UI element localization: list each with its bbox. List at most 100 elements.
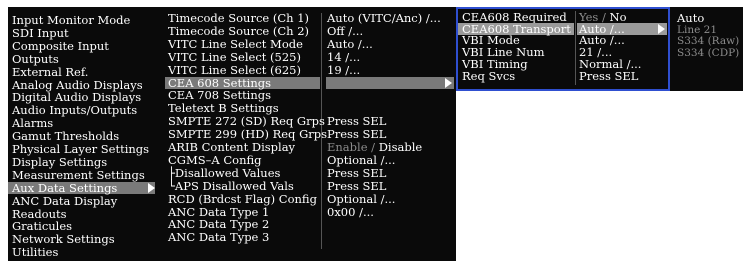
menu-item-anc-data-display[interactable]: ANC Data Display: [8, 195, 158, 207]
menu-item-label: Analog Audio Displays: [12, 77, 143, 92]
enable-option[interactable]: Enable: [327, 140, 368, 154]
setting-label: RCD (Brdcst Flag) Config: [168, 191, 317, 206]
menu-item-label: ANC Data Display: [12, 193, 118, 208]
setting-value: Press SEL: [327, 165, 387, 180]
menu-item-label: External Ref.: [12, 64, 89, 79]
submenu-item-teletext-b-settings[interactable]: Teletext B Settings: [163, 102, 456, 114]
setting-label: ANC Data Type 2: [168, 217, 270, 232]
menu-item-label: Composite Input: [12, 38, 109, 53]
setting-value: 14 /...: [327, 49, 361, 64]
setting-value: Press SEL: [327, 114, 387, 129]
submenu-item-cea-708-settings[interactable]: CEA 708 Settings: [163, 89, 456, 101]
menu-item-label: Alarms: [12, 116, 54, 131]
cea608-item-req-svcs[interactable]: Req Svcs Press SEL: [458, 70, 668, 82]
menu-item-label: Measurement Settings: [12, 167, 145, 182]
menu-item-readouts[interactable]: Readouts: [8, 208, 158, 220]
setting-label: Timecode Source (Ch 2): [168, 23, 310, 38]
setting-label: VITC Line Select Mode: [168, 36, 303, 51]
submenu-item-vitc-line-select-525[interactable]: VITC Line Select (525) 14 /...: [163, 51, 456, 63]
option-label: S334 (Raw): [677, 35, 740, 47]
menu-item-outputs[interactable]: Outputs: [8, 53, 158, 65]
aux-data-submenu: Timecode Source (Ch 1) Auto (VITC/Anc) /.…: [163, 7, 456, 261]
setting-label: CEA 708 Settings: [168, 88, 272, 103]
option-label: Line 21: [677, 23, 718, 36]
menu-item-label: Input Monitor Mode: [12, 13, 131, 27]
cea608-item-vbi-timing[interactable]: VBI Timing Normal /...: [458, 58, 668, 70]
menu-item-label: Digital Audio Displays: [12, 90, 142, 105]
setting-label: ANC Data Type 1: [168, 204, 270, 219]
setting-value: 19 /...: [327, 62, 361, 77]
submenu-item-cgms-a-config[interactable]: CGMS–A Config Optional /...: [163, 154, 456, 166]
setting-label: ├Disallowed Values: [168, 165, 281, 180]
submenu-item-vitc-line-select-mode[interactable]: VITC Line Select Mode Auto /...: [163, 38, 456, 50]
menu-item-sdi-input[interactable]: SDI Input: [8, 27, 158, 39]
menu-item-label: Audio Inputs/Outputs: [12, 103, 138, 118]
menu-item-label: Display Settings: [12, 154, 108, 169]
submenu-arrow-icon: [658, 23, 665, 34]
setting-label: VBI Timing: [462, 56, 528, 71]
setting-value: Auto (VITC/Anc) /...: [327, 11, 441, 25]
setting-value: Press SEL: [327, 127, 387, 142]
menu-item-label: Gamut Thresholds: [12, 129, 120, 144]
menu-item-network-settings[interactable]: Network Settings: [8, 233, 158, 245]
menu-item-label: Graticules: [12, 219, 73, 234]
setting-label: SMPTE 272 (SD) Req Grps: [168, 114, 325, 129]
transport-option-s334-cdp[interactable]: S334 (CDP): [670, 47, 743, 59]
menu-item-display-settings[interactable]: Display Settings: [8, 156, 158, 168]
menu-item-measurement-settings[interactable]: Measurement Settings: [8, 169, 158, 181]
setting-label: Req Svcs: [462, 68, 516, 83]
menu-item-analog-audio-displays[interactable]: Analog Audio Displays: [8, 79, 158, 91]
menu-item-label: Aux Data Settings: [12, 180, 118, 195]
submenu-item-smpte-272-sd-req-grps[interactable]: SMPTE 272 (SD) Req Grps Press SEL: [163, 115, 456, 127]
option-separator: /: [367, 140, 379, 154]
menu-item-digital-audio-displays[interactable]: Digital Audio Displays: [8, 91, 158, 103]
setting-value: Normal /...: [579, 56, 642, 71]
submenu-item-anc-data-type-2[interactable]: ANC Data Type 2: [163, 218, 456, 230]
menu-item-label: Physical Layer Settings: [12, 142, 150, 156]
setting-value: Optional /...: [327, 191, 396, 206]
menu-item-physical-layer-settings[interactable]: Physical Layer Settings: [8, 143, 158, 155]
arib-toggle[interactable]: Enable / Disable: [327, 141, 422, 153]
submenu-arrow-icon: [445, 77, 452, 88]
menu-item-alarms[interactable]: Alarms: [8, 117, 158, 129]
submenu-item-timecode-source-ch-2[interactable]: Timecode Source (Ch 2) Off /...: [163, 25, 456, 37]
cea608-transport-options: Auto Line 21 S334 (Raw) S334 (CDP): [670, 7, 743, 91]
cea608-submenu: CEA608 Required Yes / No CEA608 Transport A…: [456, 7, 670, 91]
menu-item-graticules[interactable]: Graticules: [8, 220, 158, 232]
setting-value: 0x00 /...: [327, 204, 374, 219]
setting-value: Auto /...: [327, 36, 373, 51]
submenu-item-arib-content-display[interactable]: ARIB Content Display Enable / Disable: [163, 141, 456, 153]
setting-label: CGMS–A Config: [168, 152, 262, 167]
menu-item-input-monitor-mode[interactable]: Input Monitor Mode: [8, 14, 158, 26]
option-label: Auto: [677, 11, 705, 25]
transport-option-s334-raw[interactable]: S334 (Raw): [670, 35, 743, 47]
submenu-item-anc-data-type-3[interactable]: ANC Data Type 3: [163, 231, 456, 243]
setting-label: SMPTE 299 (HD) Req Grps: [168, 127, 328, 142]
disable-option[interactable]: Disable: [379, 140, 423, 154]
submenu-item-rcd-brdcst-flag-config[interactable]: RCD (Brdcst Flag) Config Optional /...: [163, 193, 456, 205]
submenu-item-smpte-299-hd-req-grps[interactable]: SMPTE 299 (HD) Req Grps Press SEL: [163, 128, 456, 140]
submenu-item-timecode-source-ch-1[interactable]: Timecode Source (Ch 1) Auto (VITC/Anc) /.…: [163, 12, 456, 24]
transport-option-auto[interactable]: Auto: [670, 12, 743, 24]
menu-item-external-ref[interactable]: External Ref.: [8, 66, 158, 78]
menu-item-audio-inputs-outputs[interactable]: Audio Inputs/Outputs: [8, 104, 158, 116]
menu-item-composite-input[interactable]: Composite Input: [8, 40, 158, 52]
setting-label: VITC Line Select (625): [168, 62, 301, 77]
menu-item-label: Utilities: [12, 245, 59, 260]
menu-item-gamut-thresholds[interactable]: Gamut Thresholds: [8, 130, 158, 142]
menu-item-label: Outputs: [12, 51, 59, 66]
submenu-item-aps-disallowed-vals[interactable]: └APS Disallowed Vals Press SEL: [163, 180, 456, 192]
setting-value: Press SEL: [579, 68, 639, 83]
menu-item-utilities[interactable]: Utilities: [8, 246, 158, 258]
menu-item-aux-data-settings[interactable]: Aux Data Settings: [8, 180, 155, 195]
setting-label: CEA 608 Settings: [168, 75, 272, 90]
transport-option-line-21[interactable]: Line 21: [670, 24, 743, 36]
submenu-item-disallowed-values[interactable]: ├Disallowed Values Press SEL: [163, 167, 456, 179]
submenu-item-cea-608-settings[interactable]: CEA 608 Settings: [163, 75, 456, 90]
setting-label: ANC Data Type 3: [168, 230, 270, 245]
menu-item-label: SDI Input: [12, 25, 69, 40]
main-menu: Input Monitor Mode SDI Input Composite Inp…: [8, 7, 163, 261]
submenu-item-anc-data-type-1[interactable]: ANC Data Type 1 0x00 /...: [163, 206, 456, 218]
submenu-arrow-icon: [148, 182, 155, 193]
submenu-item-vitc-line-select-625[interactable]: VITC Line Select (625) 19 /...: [163, 64, 456, 76]
